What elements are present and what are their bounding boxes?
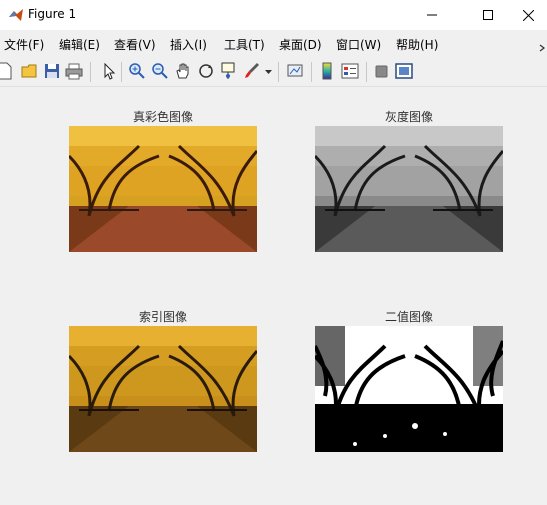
truecolor-image <box>69 126 257 252</box>
close-icon <box>522 9 534 21</box>
minimize-button[interactable] <box>409 0 455 30</box>
toolbar-separator <box>90 62 91 82</box>
menu-tools[interactable]: 工具(T) <box>224 36 265 53</box>
show-plot-tools-icon[interactable] <box>395 62 413 80</box>
subplot-title-indexed: 索引图像 <box>138 310 187 324</box>
menu-insert[interactable]: 插入(I) <box>170 36 207 53</box>
save-icon[interactable] <box>43 62 61 80</box>
minimize-icon <box>427 14 437 16</box>
close-button[interactable] <box>505 0 547 30</box>
menu-desktop[interactable]: 桌面(D) <box>279 36 322 53</box>
toolbar <box>0 56 547 87</box>
rotate-3d-icon[interactable] <box>197 62 215 80</box>
insert-colorbar-icon[interactable] <box>318 62 336 80</box>
zoom-in-icon[interactable] <box>128 62 146 80</box>
window-title: Figure 1 <box>28 7 77 21</box>
brush-icon[interactable] <box>243 62 261 80</box>
toolbar-separator <box>366 62 367 82</box>
print-icon[interactable] <box>65 62 83 80</box>
data-cursor-icon[interactable] <box>219 62 237 80</box>
toolbar-separator <box>121 62 122 82</box>
edit-plot-icon[interactable] <box>100 62 118 80</box>
menu-window[interactable]: 窗口(W) <box>336 36 381 53</box>
menu-overflow-icon[interactable] <box>538 38 547 52</box>
menu-help[interactable]: 帮助(H) <box>396 36 438 53</box>
grayscale-image <box>315 126 503 252</box>
maximize-icon <box>483 10 493 20</box>
brush-dropdown-icon[interactable] <box>264 62 273 80</box>
toolbar-separator <box>311 62 312 82</box>
menu-file[interactable]: 文件(F) <box>4 36 44 53</box>
indexed-image <box>69 326 257 452</box>
hide-plot-tools-icon[interactable] <box>373 62 391 80</box>
subplot-title-binary: 二值图像 <box>384 310 433 324</box>
menu-bar: 文件(F) 编辑(E) 查看(V) 插入(I) 工具(T) 桌面(D) 窗口(W… <box>0 30 547 56</box>
insert-legend-icon[interactable] <box>341 62 359 80</box>
matlab-logo-icon <box>8 7 24 23</box>
subplot-title-grayscale: 灰度图像 <box>384 110 433 124</box>
subplot-title-truecolor: 真彩色图像 <box>132 110 193 124</box>
toolbar-separator <box>278 62 279 82</box>
new-figure-icon[interactable] <box>0 62 14 80</box>
menu-edit[interactable]: 编辑(E) <box>59 36 100 53</box>
open-file-icon[interactable] <box>21 62 39 80</box>
title-bar: Figure 1 <box>0 0 547 30</box>
pan-icon[interactable] <box>174 62 192 80</box>
zoom-out-icon[interactable] <box>151 62 169 80</box>
link-plot-icon[interactable] <box>286 62 304 80</box>
binary-image <box>315 326 503 452</box>
menu-view[interactable]: 查看(V) <box>114 36 156 53</box>
